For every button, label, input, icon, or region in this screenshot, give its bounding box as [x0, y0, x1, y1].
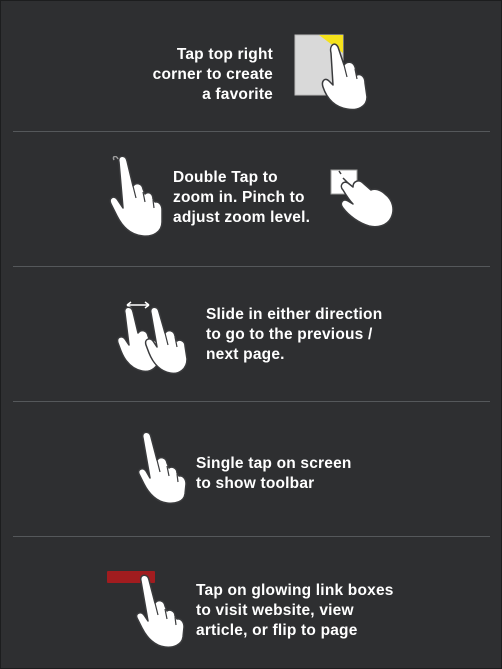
- help-section-toolbar: Single tap on screen to show toolbar: [1, 402, 501, 536]
- help-section-favorite: Tap top right corner to create a favorit…: [1, 1, 501, 131]
- single-tap-icon: [135, 432, 187, 504]
- double-tap-icon: [105, 156, 165, 238]
- zoom-instruction-text: Double Tap to zoom in. Pinch to adjust z…: [173, 169, 311, 226]
- tap-corner-icon: [291, 31, 371, 111]
- help-section-zoom: Double Tap to zoom in. Pinch to adjust z…: [1, 132, 501, 266]
- swipe-icon: [115, 299, 197, 375]
- help-section-links: Tap on glowing link boxes to visit websi…: [1, 537, 501, 668]
- toolbar-instruction-text: Single tap on screen to show toolbar: [196, 455, 352, 492]
- link-box-tap-icon: [105, 569, 189, 649]
- favorite-instruction-text: Tap top right corner to create a favorit…: [152, 46, 273, 103]
- slide-instruction-text: Slide in either direction to go to the p…: [206, 306, 383, 363]
- help-screen: Tap top right corner to create a favorit…: [0, 0, 502, 669]
- links-instruction-text: Tap on glowing link boxes to visit websi…: [196, 582, 394, 639]
- pinch-icon: [329, 168, 397, 230]
- help-section-slide: Slide in either direction to go to the p…: [1, 267, 501, 401]
